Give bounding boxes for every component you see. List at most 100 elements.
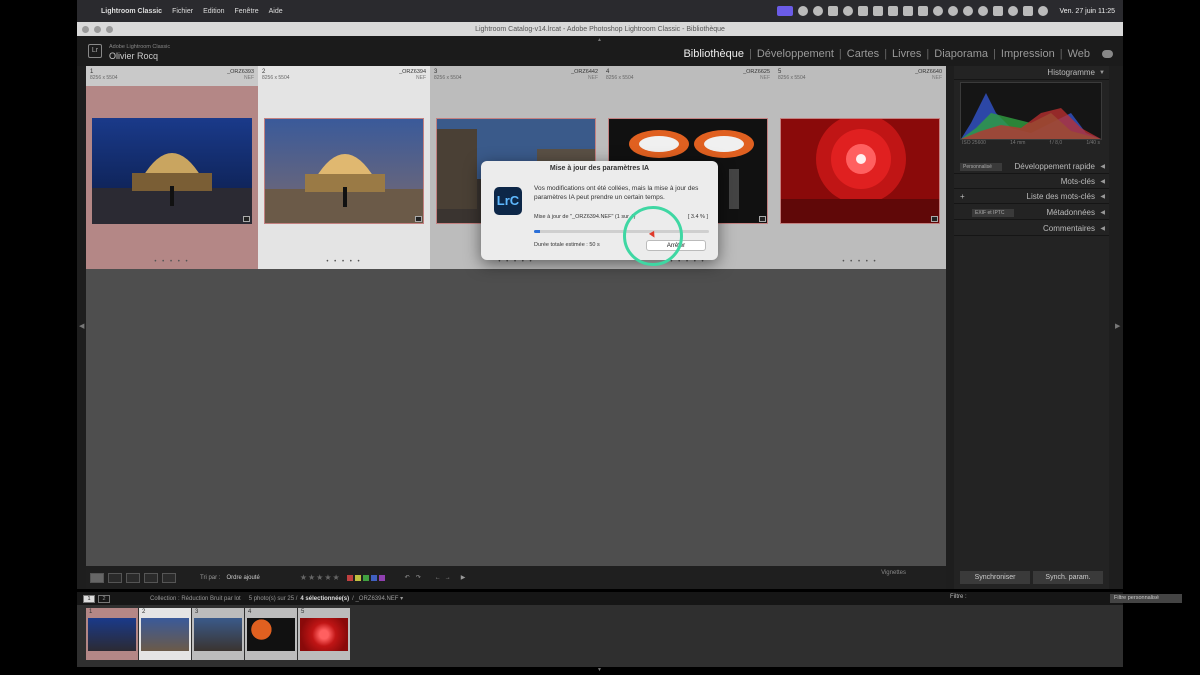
film-thumb-2[interactable]: 2 bbox=[139, 608, 191, 660]
thumbnail-size-label: Vignettes bbox=[881, 570, 906, 576]
film-thumb-4[interactable]: 4 bbox=[245, 608, 297, 660]
next-icon[interactable]: → bbox=[445, 575, 451, 581]
module-diaporama[interactable]: Diaporama bbox=[929, 48, 993, 60]
edit-badge-icon[interactable] bbox=[415, 216, 422, 222]
panel-keywords[interactable]: Mots-clés ◀ bbox=[954, 175, 1109, 189]
sync-settings-button[interactable]: Synch. param. bbox=[1033, 571, 1103, 584]
photo-thumbnail[interactable] bbox=[264, 118, 424, 224]
compare-view-icon[interactable] bbox=[126, 572, 140, 583]
panel-metadata[interactable]: EXIF et IPTC Métadonnées ◀ bbox=[954, 206, 1109, 220]
status-icon-12[interactable] bbox=[978, 6, 989, 16]
edit-badge-icon[interactable] bbox=[759, 216, 766, 222]
menu-fichier[interactable]: Fichier bbox=[172, 8, 193, 15]
film-thumb-5[interactable]: 5 bbox=[298, 608, 350, 660]
cell-ext: NEF bbox=[760, 75, 770, 81]
edit-badge-icon[interactable] bbox=[931, 216, 938, 222]
grid-view-icon[interactable] bbox=[90, 572, 104, 583]
module-developpement[interactable]: Développement bbox=[752, 48, 839, 60]
progress-percent: [ 3.4 % ] bbox=[687, 214, 708, 220]
grid-cell-1[interactable]: 1 8256 x 5504 _ORZ6393 NEF • • • • • bbox=[86, 66, 258, 269]
status-icon-8[interactable] bbox=[903, 6, 914, 16]
rotate-left-icon[interactable]: ↶ bbox=[405, 574, 410, 581]
panel-histogram[interactable]: Histogramme ▼ bbox=[954, 66, 1109, 80]
control-center-icon[interactable] bbox=[1023, 6, 1034, 16]
color-label-purple[interactable] bbox=[378, 574, 385, 581]
collection-breadcrumb[interactable]: Collection : Réduction Bruit par lot bbox=[150, 596, 241, 602]
wifi-icon[interactable] bbox=[1008, 6, 1019, 16]
menu-app-name[interactable]: Lightroom Classic bbox=[101, 8, 162, 15]
cell-ext: NEF bbox=[932, 75, 942, 81]
people-view-icon[interactable] bbox=[162, 572, 176, 583]
survey-view-icon[interactable] bbox=[144, 572, 158, 583]
sort-value[interactable]: Ordre ajouté bbox=[226, 575, 259, 581]
right-panel-toggle-icon[interactable]: ▶ bbox=[1115, 322, 1120, 330]
color-label-blue[interactable] bbox=[370, 574, 377, 581]
clock[interactable]: Ven. 27 juin 11:25 bbox=[1059, 8, 1115, 15]
panel-comments[interactable]: Commentaires ◀ bbox=[954, 222, 1109, 236]
color-label-red[interactable] bbox=[346, 574, 353, 581]
photo-thumbnail[interactable] bbox=[780, 118, 940, 224]
prev-icon[interactable]: ← bbox=[435, 575, 441, 581]
status-icon-2[interactable] bbox=[813, 6, 824, 16]
cell-ext: NEF bbox=[588, 75, 598, 81]
panel-keywords-label: Mots-clés bbox=[1060, 177, 1095, 186]
left-panel-toggle-icon[interactable]: ◀ bbox=[79, 322, 84, 330]
cloud-icon[interactable] bbox=[1102, 50, 1113, 58]
panel-quick-develop[interactable]: Personnalisé Développement rapide ◀ bbox=[954, 160, 1109, 174]
slideshow-play-icon[interactable]: ▶ bbox=[461, 574, 466, 581]
status-icon-10[interactable] bbox=[948, 6, 959, 16]
filter-dropdown[interactable]: Filtre personnalisé bbox=[1110, 594, 1182, 603]
screen-record-icon[interactable] bbox=[777, 6, 794, 16]
film-thumb-3[interactable]: 3 bbox=[192, 608, 244, 660]
quick-develop-preset[interactable]: Personnalisé bbox=[960, 163, 1002, 171]
film-image bbox=[141, 618, 189, 651]
moon-icon[interactable] bbox=[933, 6, 944, 16]
status-icon-5[interactable] bbox=[858, 6, 869, 16]
rating-dots[interactable]: • • • • • bbox=[774, 259, 946, 265]
rotate-right-icon[interactable]: ↷ bbox=[416, 574, 421, 581]
sync-button[interactable]: Synchroniser bbox=[960, 571, 1030, 584]
status-icon-1[interactable] bbox=[798, 6, 809, 16]
histo-iso: ISO 25600 bbox=[962, 140, 986, 146]
module-cartes[interactable]: Cartes bbox=[842, 48, 884, 60]
color-label-yellow[interactable] bbox=[354, 574, 361, 581]
histogram-graph[interactable] bbox=[960, 82, 1102, 140]
menu-fenetre[interactable]: Fenêtre bbox=[235, 8, 259, 15]
bottom-panel-toggle-icon[interactable]: ▼ bbox=[597, 667, 602, 673]
edit-badge-icon[interactable] bbox=[243, 216, 250, 222]
status-icon-4[interactable] bbox=[843, 6, 854, 16]
dialog-message: Vos modifications ont été collées, mais … bbox=[534, 185, 699, 201]
status-icon-3[interactable] bbox=[828, 6, 839, 16]
grid-cell-5[interactable]: 5 8256 x 5504 _ORZ6640 NEF • • • • • bbox=[774, 66, 946, 269]
module-bibliotheque[interactable]: Bibliothèque bbox=[678, 48, 749, 60]
window-1-button[interactable]: 1 bbox=[83, 594, 95, 603]
battery-icon[interactable] bbox=[993, 6, 1004, 16]
top-panel-toggle-icon[interactable]: ▲ bbox=[597, 37, 602, 43]
film-thumb-1[interactable]: 1 bbox=[86, 608, 138, 660]
rating-stars[interactable]: ★★★★★ bbox=[300, 573, 341, 582]
status-icon-9[interactable] bbox=[918, 6, 929, 16]
current-photo[interactable]: / _ORZ6394.NEF ▾ bbox=[352, 595, 403, 602]
loupe-view-icon[interactable] bbox=[108, 572, 122, 583]
photo-thumbnail[interactable] bbox=[92, 118, 252, 224]
menu-aide[interactable]: Aide bbox=[269, 8, 283, 15]
rating-dots[interactable]: • • • • • bbox=[86, 259, 258, 265]
panel-keyword-list-label: Liste des mots-clés bbox=[1026, 192, 1095, 201]
module-livres[interactable]: Livres bbox=[887, 48, 926, 60]
cell-dims: 8256 x 5504 bbox=[606, 75, 634, 81]
rating-dots[interactable]: • • • • • bbox=[258, 259, 430, 265]
status-icon-6[interactable] bbox=[873, 6, 884, 16]
status-icon-7[interactable] bbox=[888, 6, 899, 16]
metadata-preset[interactable]: EXIF et IPTC bbox=[972, 209, 1014, 217]
siri-icon[interactable] bbox=[1038, 6, 1049, 16]
film-image bbox=[194, 618, 242, 651]
window-2-button[interactable]: 2 bbox=[98, 594, 110, 603]
status-icon-11[interactable] bbox=[963, 6, 974, 16]
module-impression[interactable]: Impression bbox=[996, 48, 1060, 60]
menu-edition[interactable]: Edition bbox=[203, 8, 224, 15]
panel-keyword-list[interactable]: + Liste des mots-clés ◀ bbox=[954, 190, 1109, 204]
color-label-green[interactable] bbox=[362, 574, 369, 581]
grid-cell-2[interactable]: 2 8256 x 5504 _ORZ6394 NEF • • • • • bbox=[258, 66, 430, 269]
add-keyword-icon[interactable]: + bbox=[960, 190, 965, 204]
module-web[interactable]: Web bbox=[1063, 48, 1095, 60]
